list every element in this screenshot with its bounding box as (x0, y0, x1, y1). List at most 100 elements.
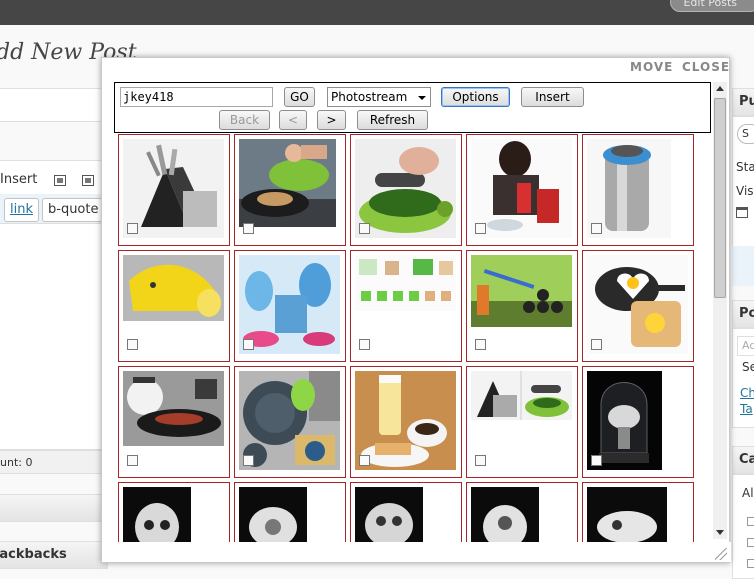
photo-thumbnail (355, 255, 456, 311)
photo-thumbnail (239, 255, 340, 354)
photo-tile[interactable] (350, 482, 462, 543)
calendar-icon (736, 207, 748, 218)
photo-thumbnail (123, 139, 224, 238)
photo-tile[interactable] (582, 250, 694, 362)
photo-select-checkbox[interactable] (591, 455, 602, 466)
photo-select-checkbox[interactable] (359, 339, 370, 350)
next-page-button[interactable]: > (317, 110, 346, 130)
photo-thumbnail (123, 371, 224, 446)
photo-tile[interactable] (350, 134, 462, 246)
photo-tile[interactable] (466, 134, 578, 246)
photo-tile[interactable] (234, 134, 346, 246)
custom-fields-box-header[interactable]: t (0, 494, 108, 522)
publish-actions-area (732, 246, 754, 286)
options-button[interactable]: Options (441, 87, 510, 107)
photo-grid (114, 133, 711, 543)
photo-tile[interactable] (234, 250, 346, 362)
scroll-down-arrow-icon[interactable] (716, 530, 724, 535)
resize-grip-icon[interactable] (715, 548, 727, 560)
photo-tile[interactable] (234, 366, 346, 478)
photo-tile[interactable] (466, 366, 578, 478)
photo-tile[interactable] (118, 482, 230, 543)
photo-select-checkbox[interactable] (591, 223, 602, 234)
photo-thumbnail (587, 255, 688, 354)
quicktag-bquote-button[interactable]: b-quote (42, 198, 105, 222)
category-checkbox[interactable] (747, 559, 754, 568)
photo-thumbnail (471, 487, 539, 543)
publish-box-header[interactable]: Pub (732, 88, 754, 116)
trackbacks-box-header[interactable]: rackbacks (0, 541, 108, 569)
refresh-button[interactable]: Refresh (357, 110, 428, 130)
photo-tile[interactable] (118, 134, 230, 246)
photo-select-checkbox[interactable] (127, 339, 138, 350)
photo-select-checkbox[interactable] (243, 223, 254, 234)
categories-box-header[interactable]: Ca (732, 446, 754, 474)
tags-separator-hint: Se (742, 360, 754, 374)
photo-thumbnail (239, 139, 336, 227)
tag-cloud-link[interactable]: Ta (740, 402, 753, 416)
photo-select-checkbox[interactable] (243, 339, 254, 350)
username-input[interactable]: jkey418 (120, 87, 273, 107)
photo-select-checkbox[interactable] (243, 455, 254, 466)
photo-thumbnail (355, 487, 423, 543)
photo-tile[interactable] (582, 366, 694, 478)
save-draft-button[interactable]: S (737, 124, 754, 144)
go-button[interactable]: GO (284, 87, 315, 107)
admin-header-bar: Edit Posts (0, 0, 754, 25)
insert-button[interactable]: Insert (521, 87, 584, 107)
photo-tile[interactable] (118, 250, 230, 362)
dialog-footer (102, 542, 731, 562)
photo-thumbnail (239, 487, 307, 543)
visibility-label: Visi (736, 184, 754, 198)
photo-tile[interactable] (350, 366, 462, 478)
photo-tile[interactable] (582, 134, 694, 246)
photo-thumbnail (471, 139, 572, 238)
category-checkbox[interactable] (747, 517, 754, 526)
photo-tile[interactable] (350, 250, 462, 362)
edit-posts-button[interactable]: Edit Posts (670, 0, 754, 12)
photo-thumbnail (587, 487, 667, 543)
photo-select-checkbox[interactable] (359, 223, 370, 234)
choose-tags-link[interactable]: Ch (740, 386, 754, 400)
photo-tile[interactable] (118, 366, 230, 478)
source-select[interactable]: Photostream (327, 87, 431, 107)
source-select-value: Photostream (331, 90, 408, 104)
photo-thumbnail (355, 139, 456, 238)
photo-select-checkbox[interactable] (475, 455, 486, 466)
photo-thumbnail (123, 487, 191, 543)
back-button[interactable]: Back (219, 110, 270, 130)
photo-tile[interactable] (466, 250, 578, 362)
photo-select-checkbox[interactable] (475, 339, 486, 350)
add-tag-input[interactable]: Ad (737, 336, 754, 356)
photo-tile[interactable] (466, 482, 578, 543)
photo-thumbnail (355, 371, 456, 470)
photo-thumbnail (123, 255, 224, 321)
photo-select-checkbox[interactable] (127, 223, 138, 234)
scrollbar-thumb[interactable] (714, 98, 726, 298)
photo-select-checkbox[interactable] (475, 223, 486, 234)
flickr-photo-picker-dialog: MOVE CLOSE jkey418 GO Photostream Option… (101, 57, 731, 563)
photo-grid-scrollbar[interactable] (713, 82, 727, 539)
photo-select-checkbox[interactable] (359, 455, 370, 466)
tags-box-header[interactable]: Po (732, 300, 754, 328)
close-dialog-button[interactable]: CLOSE (682, 60, 730, 74)
insert-image-icon[interactable] (54, 175, 66, 186)
word-count: unt: 0 (0, 456, 33, 469)
category-checkbox[interactable] (747, 538, 754, 547)
scroll-up-arrow-icon[interactable] (716, 86, 724, 91)
photo-tile[interactable] (234, 482, 346, 543)
status-label: Sta (736, 160, 754, 174)
insert-media-label: Insert (0, 172, 38, 187)
insert-video-icon[interactable] (82, 175, 94, 186)
quicktag-link-button[interactable]: link (4, 198, 39, 222)
previous-page-button[interactable]: < (279, 110, 307, 130)
chevron-down-icon (418, 96, 426, 100)
photo-thumbnail (471, 371, 572, 420)
photo-tile[interactable] (582, 482, 694, 543)
photo-thumbnail (471, 255, 572, 327)
post-title-input[interactable] (0, 88, 108, 122)
move-dialog-handle[interactable]: MOVE (630, 60, 673, 74)
all-categories-tab[interactable]: Al (742, 486, 754, 500)
photo-select-checkbox[interactable] (127, 455, 138, 466)
photo-select-checkbox[interactable] (591, 339, 602, 350)
